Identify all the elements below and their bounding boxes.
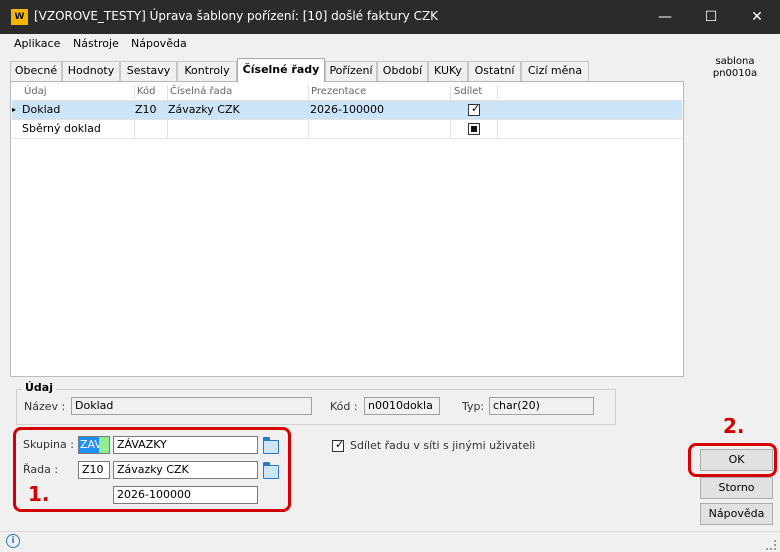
tab-hodnoty[interactable]: Hodnoty <box>62 61 120 81</box>
share-checkbox[interactable]: ✓ <box>332 439 344 452</box>
menu-aplikace[interactable]: Aplikace <box>14 37 60 50</box>
resize-grip[interactable] <box>766 540 776 550</box>
annotation-label-1: 1. <box>28 482 50 506</box>
column-header-ciselna-rada[interactable]: Číselná řada <box>170 84 232 100</box>
menu-bar: Aplikace Nástroje Nápověda <box>0 34 690 54</box>
close-button[interactable]: ✕ <box>734 0 780 34</box>
tab-cizi-mena[interactable]: Cizí měna <box>521 61 589 81</box>
menu-nastroje[interactable]: Nástroje <box>73 37 119 50</box>
app-logo-icon: W <box>11 9 28 25</box>
minimize-button[interactable]: — <box>642 0 688 34</box>
cell-kod: Z10 <box>135 103 157 116</box>
cell-prezentace: 2026-100000 <box>310 103 384 116</box>
typ-field: char(20) <box>489 397 594 415</box>
storno-button[interactable]: Storno <box>700 477 773 499</box>
tab-porizeni[interactable]: Pořízení <box>325 61 377 81</box>
kod-field: n0010dokla <box>364 397 440 415</box>
cell-ciselna-rada <box>168 120 304 138</box>
tab-ciselne-rady[interactable]: Číselné řady <box>237 58 325 82</box>
table-row[interactable]: ▸ Doklad Z10 Závazky CZK 2026-100000 ✓ <box>12 101 682 119</box>
window-title: [VZOROVE_TESTY] Úprava šablony pořízení:… <box>34 9 439 23</box>
kod-label: Kód : <box>330 400 358 413</box>
column-header-udaj[interactable]: Údaj <box>24 84 47 100</box>
maximize-button[interactable]: ☐ <box>688 0 734 34</box>
tab-obecne[interactable]: Obecné <box>10 61 62 81</box>
row-marker: ▸ <box>12 105 17 114</box>
napoveda-button[interactable]: Nápověda <box>700 503 773 525</box>
annotation-label-2: 2. <box>723 414 745 438</box>
title-bar: W [VZOROVE_TESTY] Úprava šablony pořízen… <box>0 0 780 34</box>
cell-udaj: Sběrný doklad <box>22 122 101 135</box>
typ-label: Typ: <box>462 400 485 413</box>
tab-kontroly[interactable]: Kontroly <box>177 61 237 81</box>
tab-obdobi[interactable]: Období <box>377 61 428 81</box>
column-header-prezentace[interactable]: Prezentace <box>311 84 366 100</box>
row-divider <box>12 138 682 139</box>
tab-ostatni[interactable]: Ostatní <box>468 61 521 81</box>
column-header-sdilet[interactable]: Sdílet <box>454 84 482 100</box>
nazev-label: Název : <box>24 400 66 413</box>
sdilet-checkbox[interactable]: ✓ <box>468 103 480 116</box>
cell-udaj: Doklad <box>22 103 61 116</box>
template-id-label: sablona pn0010a <box>690 56 780 80</box>
tab-kuky[interactable]: KUKy <box>428 61 468 81</box>
nazev-field: Doklad <box>71 397 312 415</box>
template-label-line1: sablona <box>715 56 755 67</box>
status-bar <box>0 531 780 552</box>
cell-prezentace <box>310 120 446 138</box>
cell-kod <box>135 120 165 138</box>
cell-ciselna-rada: Závazky CZK <box>168 103 240 116</box>
sdilet-checkbox[interactable] <box>468 123 480 135</box>
info-icon[interactable]: i <box>6 534 20 548</box>
menu-napoveda[interactable]: Nápověda <box>131 37 187 50</box>
annotation-box-1 <box>13 427 291 512</box>
table-row[interactable]: Sběrný doklad <box>12 120 682 138</box>
udaj-group-title: Údaj <box>22 380 56 396</box>
row-marker <box>12 120 22 138</box>
column-header-kod[interactable]: Kód <box>137 84 156 100</box>
share-checkbox-label[interactable]: Sdílet řadu v síti s jinými uživateli <box>350 438 535 454</box>
ok-button[interactable]: OK <box>700 449 773 471</box>
template-label-line2: pn0010a <box>712 68 758 79</box>
tab-sestavy[interactable]: Sestavy <box>120 61 177 81</box>
